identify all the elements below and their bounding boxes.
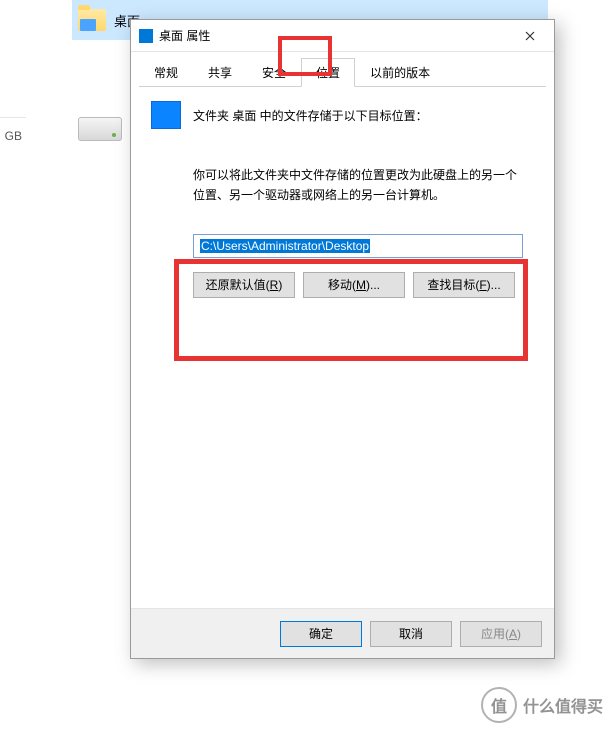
close-button[interactable] (508, 21, 552, 51)
titlebar: 桌面 属性 (131, 20, 554, 52)
tab-previous-versions[interactable]: 以前的版本 (355, 58, 445, 86)
close-icon (525, 31, 535, 41)
window-icon (139, 29, 153, 43)
sidebar-fragment-text: GB (0, 117, 26, 153)
restore-default-button[interactable]: 还原默认值(R) (193, 272, 295, 298)
window-title: 桌面 属性 (159, 27, 508, 44)
cancel-button[interactable]: 取消 (370, 621, 452, 647)
location-buttons-row: 还原默认值(R) 移动(M)... 查找目标(F)... (193, 272, 536, 298)
find-target-button[interactable]: 查找目标(F)... (413, 272, 515, 298)
tab-area: 常规 共享 安全 位置 以前的版本 (131, 52, 554, 87)
tab-security[interactable]: 安全 (247, 58, 301, 86)
description-text: 你可以将此文件夹中文件存储的位置更改为此硬盘上的另一个位置、另一个驱动器或网络上… (149, 165, 536, 206)
apply-button[interactable]: 应用(A) (460, 621, 542, 647)
path-input-value: C:\Users\Administrator\Desktop (200, 239, 370, 253)
info-text: 文件夹 桌面 中的文件存储于以下目标位置： (193, 107, 428, 124)
move-button[interactable]: 移动(M)... (303, 272, 405, 298)
tab-strip: 常规 共享 安全 位置 以前的版本 (139, 58, 546, 87)
properties-dialog: 桌面 属性 常规 共享 安全 位置 以前的版本 文件夹 桌面 中的文件存储于以下… (130, 19, 555, 659)
info-row: 文件夹 桌面 中的文件存储于以下目标位置： (149, 101, 536, 129)
tab-location[interactable]: 位置 (301, 58, 355, 87)
dialog-footer: 确定 取消 应用(A) (131, 608, 554, 658)
tab-general[interactable]: 常规 (139, 58, 193, 86)
folder-icon (78, 9, 106, 31)
watermark-badge-icon: 值 (481, 687, 517, 723)
watermark-text: 什么值得买 (523, 693, 603, 717)
watermark: 值 什么值得买 (481, 687, 603, 723)
location-icon (151, 101, 181, 129)
drive-icon (78, 117, 122, 141)
ok-button[interactable]: 确定 (280, 621, 362, 647)
tab-share[interactable]: 共享 (193, 58, 247, 86)
path-input[interactable]: C:\Users\Administrator\Desktop (193, 234, 523, 258)
dialog-content: 文件夹 桌面 中的文件存储于以下目标位置： 你可以将此文件夹中文件存储的位置更改… (131, 87, 554, 608)
